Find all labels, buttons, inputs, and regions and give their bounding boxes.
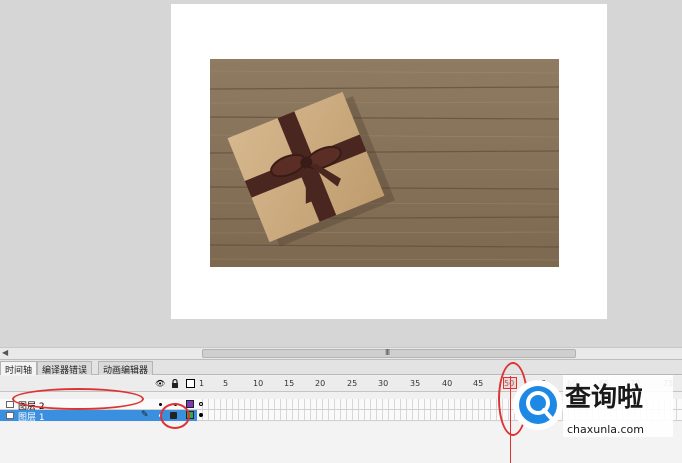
- keyframe[interactable]: [199, 413, 203, 417]
- visibility-dot[interactable]: [159, 414, 162, 417]
- lock-dot[interactable]: [174, 403, 177, 406]
- ruler-tick: 40: [442, 379, 453, 388]
- empty-keyframe[interactable]: [199, 402, 203, 406]
- eye-icon[interactable]: 👁: [155, 379, 165, 388]
- visibility-dot[interactable]: [159, 403, 162, 406]
- tab-motion-editor[interactable]: 动画编辑器: [98, 361, 154, 376]
- ruler-tick: 35: [410, 379, 421, 388]
- lock-icon[interactable]: [170, 378, 179, 388]
- ruler-tick: 5: [223, 379, 229, 388]
- layer-icon: [6, 412, 14, 419]
- layer-color-swatch[interactable]: [186, 400, 194, 408]
- layer-1-label-area[interactable]: 图层 1 ✎: [0, 410, 197, 423]
- watermark-url: chaxunla.com: [567, 423, 644, 436]
- layer-color-swatch[interactable]: [186, 411, 194, 419]
- tab-timeline[interactable]: 时间轴: [0, 361, 38, 376]
- ruler-tick: 25: [347, 379, 358, 388]
- ruler-tick: 20: [315, 379, 326, 388]
- gift-box-image[interactable]: [210, 59, 559, 267]
- watermark: 查询啦 chaxunla.com: [503, 371, 673, 441]
- ruler-tick: 45: [473, 379, 484, 388]
- ruler-tick: 1: [199, 379, 205, 388]
- layer-2-label-area[interactable]: 图层 2: [0, 399, 197, 412]
- outline-icon[interactable]: [186, 379, 195, 388]
- stage-canvas[interactable]: [171, 4, 607, 319]
- scroll-left-icon[interactable]: ◀: [2, 348, 8, 357]
- ruler-tick: 15: [284, 379, 295, 388]
- gift-box-photo: [210, 59, 559, 267]
- tab-compiler-errors[interactable]: 编译器错误: [37, 361, 93, 376]
- ruler-tick: 30: [378, 379, 389, 388]
- pencil-icon: ✎: [141, 410, 149, 420]
- layer-lock-icon[interactable]: [170, 412, 177, 419]
- ruler-tick: 10: [253, 379, 264, 388]
- watermark-title: 查询啦: [565, 383, 644, 413]
- layer-icon: [6, 401, 14, 408]
- stage-area: [0, 0, 682, 345]
- scrollbar-grip: III: [385, 348, 390, 357]
- scrollbar-thumb[interactable]: III: [202, 348, 576, 358]
- stage-horizontal-scrollbar[interactable]: ◀ III: [0, 347, 682, 359]
